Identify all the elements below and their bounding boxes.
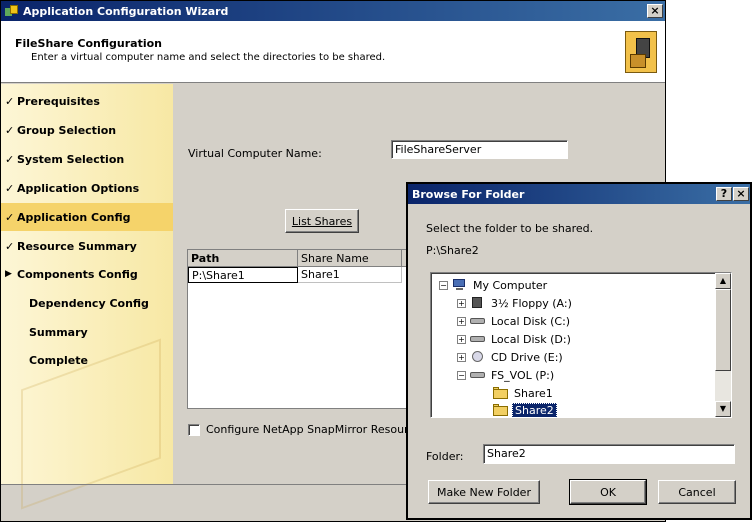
list-shares-button[interactable]: List Shares [285,209,359,233]
column-header-path[interactable]: Path [188,250,298,267]
current-step-arrow-icon: ▶ [5,269,12,279]
step-prerequisites[interactable]: ✓ Prerequisites [1,87,173,115]
step-label: System Selection [17,152,125,166]
check-icon: ✓ [5,94,15,108]
tree-node-label: Local Disk (C:) [491,314,571,328]
wizard-titlebar[interactable]: Application Configuration Wizard × [1,1,665,21]
browse-close-button[interactable]: × [733,187,749,201]
check-icon: ✓ [5,239,15,253]
tree-node-local-disk-d[interactable]: + Local Disk (D:) [457,331,573,347]
close-button[interactable]: × [647,4,663,18]
step-application-options[interactable]: ✓ Application Options [1,174,173,202]
computer-icon [452,279,468,291]
folder-label: Folder: [426,450,464,463]
scroll-down-button[interactable]: ▼ [715,401,731,417]
step-label: Components Config [17,267,138,281]
step-label: Application Config [17,210,131,224]
step-system-selection[interactable]: ✓ System Selection [1,145,173,173]
tree-node-label: FS_VOL (P:) [491,368,555,382]
virtual-name-input[interactable]: FileShareServer [391,140,568,159]
fileshare-logo-icon [625,31,657,73]
step-label: Group Selection [17,123,117,137]
table-cell-path[interactable]: P:\Share1 [188,267,298,283]
step-label: Resource Summary [17,239,137,253]
browse-current-path: P:\Share2 [426,244,479,257]
tree-node-label: My Computer [473,278,548,292]
disk-icon [470,333,486,345]
tree-node-my-computer[interactable]: − My Computer [439,277,549,293]
cancel-button[interactable]: Cancel [658,480,736,504]
tree-node-label: 3½ Floppy (A:) [491,296,572,310]
wizard-title: Application Configuration Wizard [23,4,229,18]
expand-icon[interactable]: + [457,334,466,344]
check-icon: ✓ [5,152,15,166]
tree-node-cd-drive[interactable]: + CD Drive (E:) [457,349,565,365]
step-application-config[interactable]: ✓ Application Config [1,203,173,231]
browse-folder-dialog: Browse For Folder ? × Select the folder … [406,182,752,520]
scroll-up-button[interactable]: ▲ [715,273,731,289]
snapmirror-checkbox[interactable] [188,424,200,436]
scroll-thumb[interactable] [715,289,731,371]
tree-node-fs-vol[interactable]: − FS_VOL (P:) [457,367,556,383]
browse-titlebar[interactable]: Browse For Folder ? × [408,184,750,204]
disk-icon [470,369,486,381]
table-cell-share-name[interactable]: Share1 [298,267,402,283]
folder-icon [493,387,509,399]
check-icon: ✓ [5,123,15,137]
expand-icon[interactable]: + [457,316,466,326]
step-label: Summary [29,325,88,339]
floppy-icon [470,297,486,309]
step-dependency-config[interactable]: Dependency Config [1,289,173,317]
snapmirror-label[interactable]: Configure NetApp SnapMirror Resource(s) [206,423,435,436]
page-title: FileShare Configuration [15,37,162,50]
step-resource-summary[interactable]: ✓ Resource Summary [1,232,173,260]
step-label: Prerequisites [17,94,100,108]
collapse-icon[interactable]: − [439,280,448,290]
tree-scrollbar[interactable]: ▲ ▼ [715,273,731,417]
cd-icon [470,351,486,363]
shares-table[interactable]: Path Share Name H P:\Share1 Share1 [187,249,422,409]
virtual-name-label: Virtual Computer Name: [188,147,322,160]
tree-node-label: Local Disk (D:) [491,332,571,346]
step-group-selection[interactable]: ✓ Group Selection [1,116,173,144]
help-button[interactable]: ? [716,187,732,201]
app-icon [5,4,19,18]
ok-button[interactable]: OK [569,479,647,505]
make-new-folder-button[interactable]: Make New Folder [428,480,540,504]
step-label: Application Options [17,181,140,195]
folder-tree[interactable]: − My Computer + 3½ Floppy (A:) + Local D… [430,272,732,418]
step-summary[interactable]: Summary [1,318,173,346]
disk-icon [470,315,486,327]
wizard-header: FileShare Configuration Enter a virtual … [1,21,665,83]
expand-icon[interactable]: + [457,352,466,362]
tree-node-label: Share1 [514,386,553,400]
open-folder-icon [493,404,509,416]
step-components-config[interactable]: ▶ Components Config [1,260,173,288]
step-label: Dependency Config [29,296,149,310]
column-header-share-name[interactable]: Share Name [298,250,402,267]
check-icon: ✓ [5,181,15,195]
tree-node-share2[interactable]: Share2 [493,402,557,417]
expand-icon[interactable]: + [457,298,466,308]
tree-node-label-selected: Share2 [512,402,557,417]
browse-title: Browse For Folder [412,187,525,201]
tree-node-local-disk-c[interactable]: + Local Disk (C:) [457,313,572,329]
tree-node-share1[interactable]: Share1 [493,385,555,401]
folder-input[interactable]: Share2 [483,444,735,464]
check-icon: ✓ [5,210,15,224]
page-subtitle: Enter a virtual computer name and select… [31,52,386,63]
step-label: Complete [29,353,88,367]
collapse-icon[interactable]: − [457,370,466,380]
tree-node-floppy[interactable]: + 3½ Floppy (A:) [457,295,574,311]
step-complete[interactable]: Complete [1,346,173,374]
tree-node-label: CD Drive (E:) [491,350,563,364]
browse-instruction: Select the folder to be shared. [426,222,594,235]
wizard-steps-sidebar: ✓ Prerequisites ✓ Group Selection ✓ Syst… [1,84,173,510]
